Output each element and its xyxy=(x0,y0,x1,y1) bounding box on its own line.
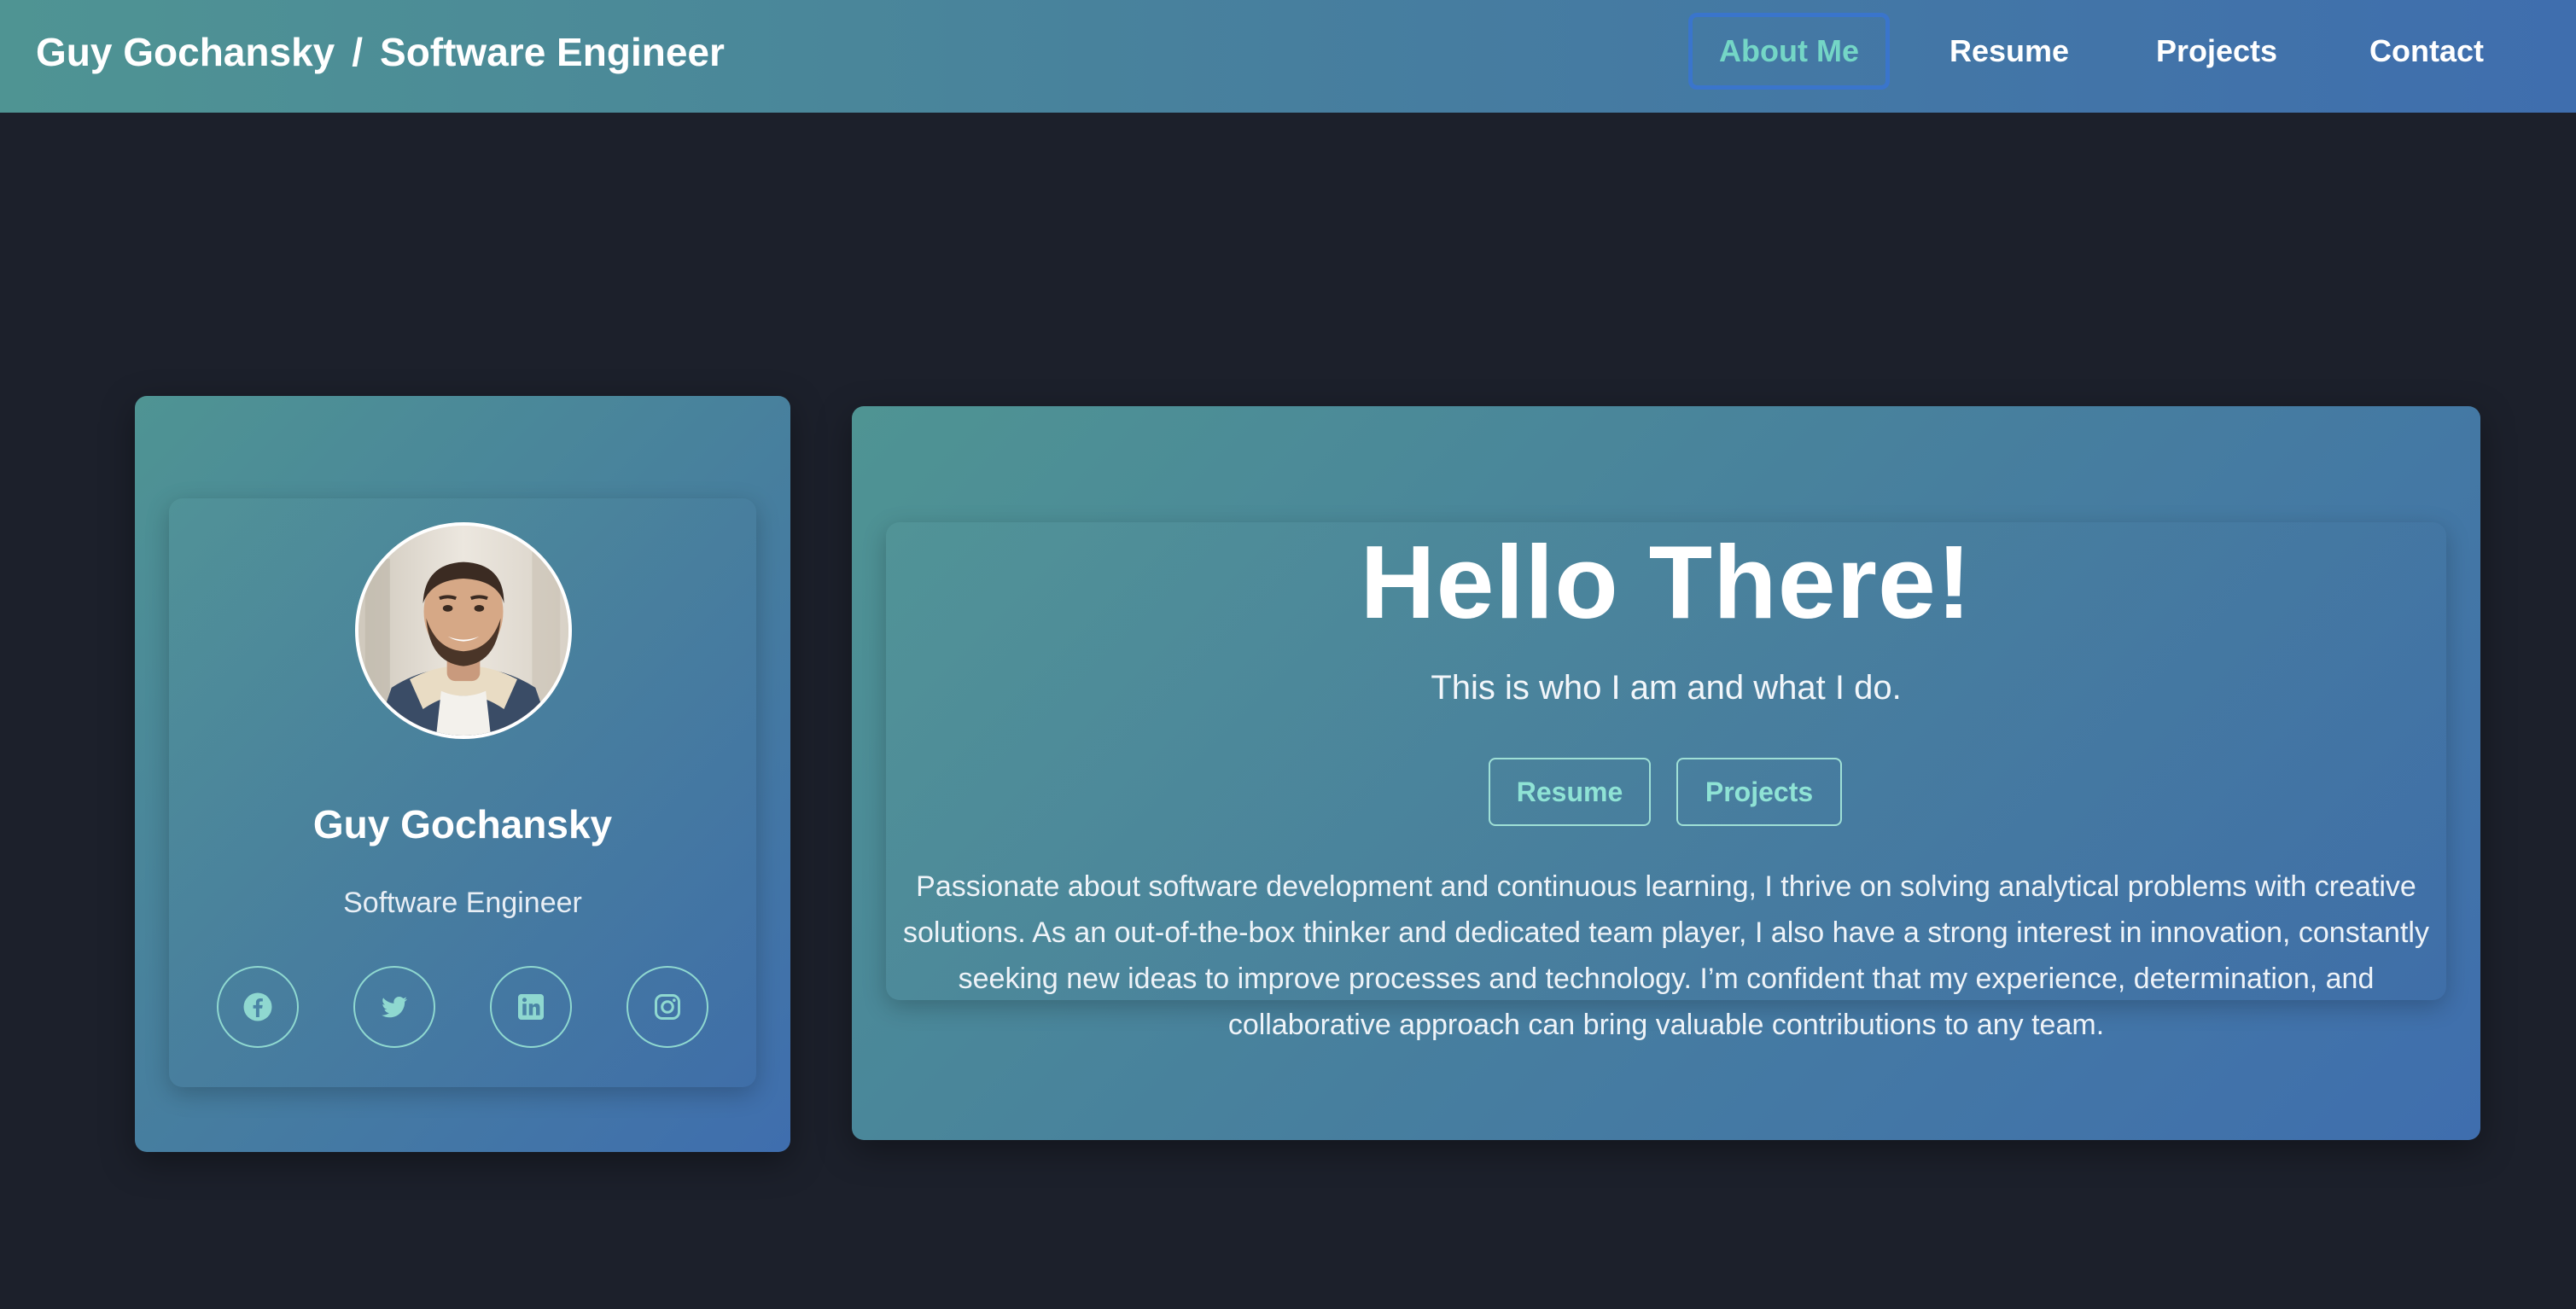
hero-subtitle: This is who I am and what I do. xyxy=(1431,669,1902,707)
linkedin-button[interactable] xyxy=(490,966,572,1048)
resume-button[interactable]: Resume xyxy=(1489,758,1651,826)
about-description: Passionate about software development an… xyxy=(903,870,2429,1041)
nav-contact[interactable]: Contact xyxy=(2339,13,2515,90)
projects-button[interactable]: Projects xyxy=(1676,758,1842,826)
twitter-button[interactable] xyxy=(353,966,435,1048)
avatar-photo xyxy=(358,526,568,736)
twitter-icon xyxy=(382,996,407,1018)
nav-links: About Me Resume Projects Contact xyxy=(1688,13,2576,90)
profile-card: Guy Gochansky Software Engineer xyxy=(135,396,790,1152)
brand-name: Guy Gochansky xyxy=(36,30,335,74)
profile-name: Guy Gochansky xyxy=(312,802,613,846)
profile-card-inner: Guy Gochansky Software Engineer xyxy=(169,498,756,1087)
instagram-icon xyxy=(655,994,680,1020)
instagram-button[interactable] xyxy=(627,966,708,1048)
profile-title: Software Engineer xyxy=(343,887,582,919)
site-brand[interactable]: Guy Gochansky / Software Engineer xyxy=(36,0,725,104)
linkedin-icon xyxy=(518,994,544,1020)
nav-about-me[interactable]: About Me xyxy=(1688,13,1890,90)
facebook-button[interactable] xyxy=(217,966,299,1048)
hero-card: Hello There! This is who I am and what I… xyxy=(852,406,2480,1140)
facebook-icon xyxy=(243,992,272,1021)
brand-role: Software Engineer xyxy=(380,30,725,74)
avatar xyxy=(355,522,572,739)
nav-resume[interactable]: Resume xyxy=(1924,13,2095,90)
top-navbar: Guy Gochansky / Software Engineer About … xyxy=(0,0,2576,113)
hero-card-inner: Hello There! This is who I am and what I… xyxy=(886,522,2446,1041)
hero-heading: Hello There! xyxy=(1360,524,1973,640)
nav-projects[interactable]: Projects xyxy=(2129,13,2305,90)
brand-separator: / xyxy=(352,30,364,74)
